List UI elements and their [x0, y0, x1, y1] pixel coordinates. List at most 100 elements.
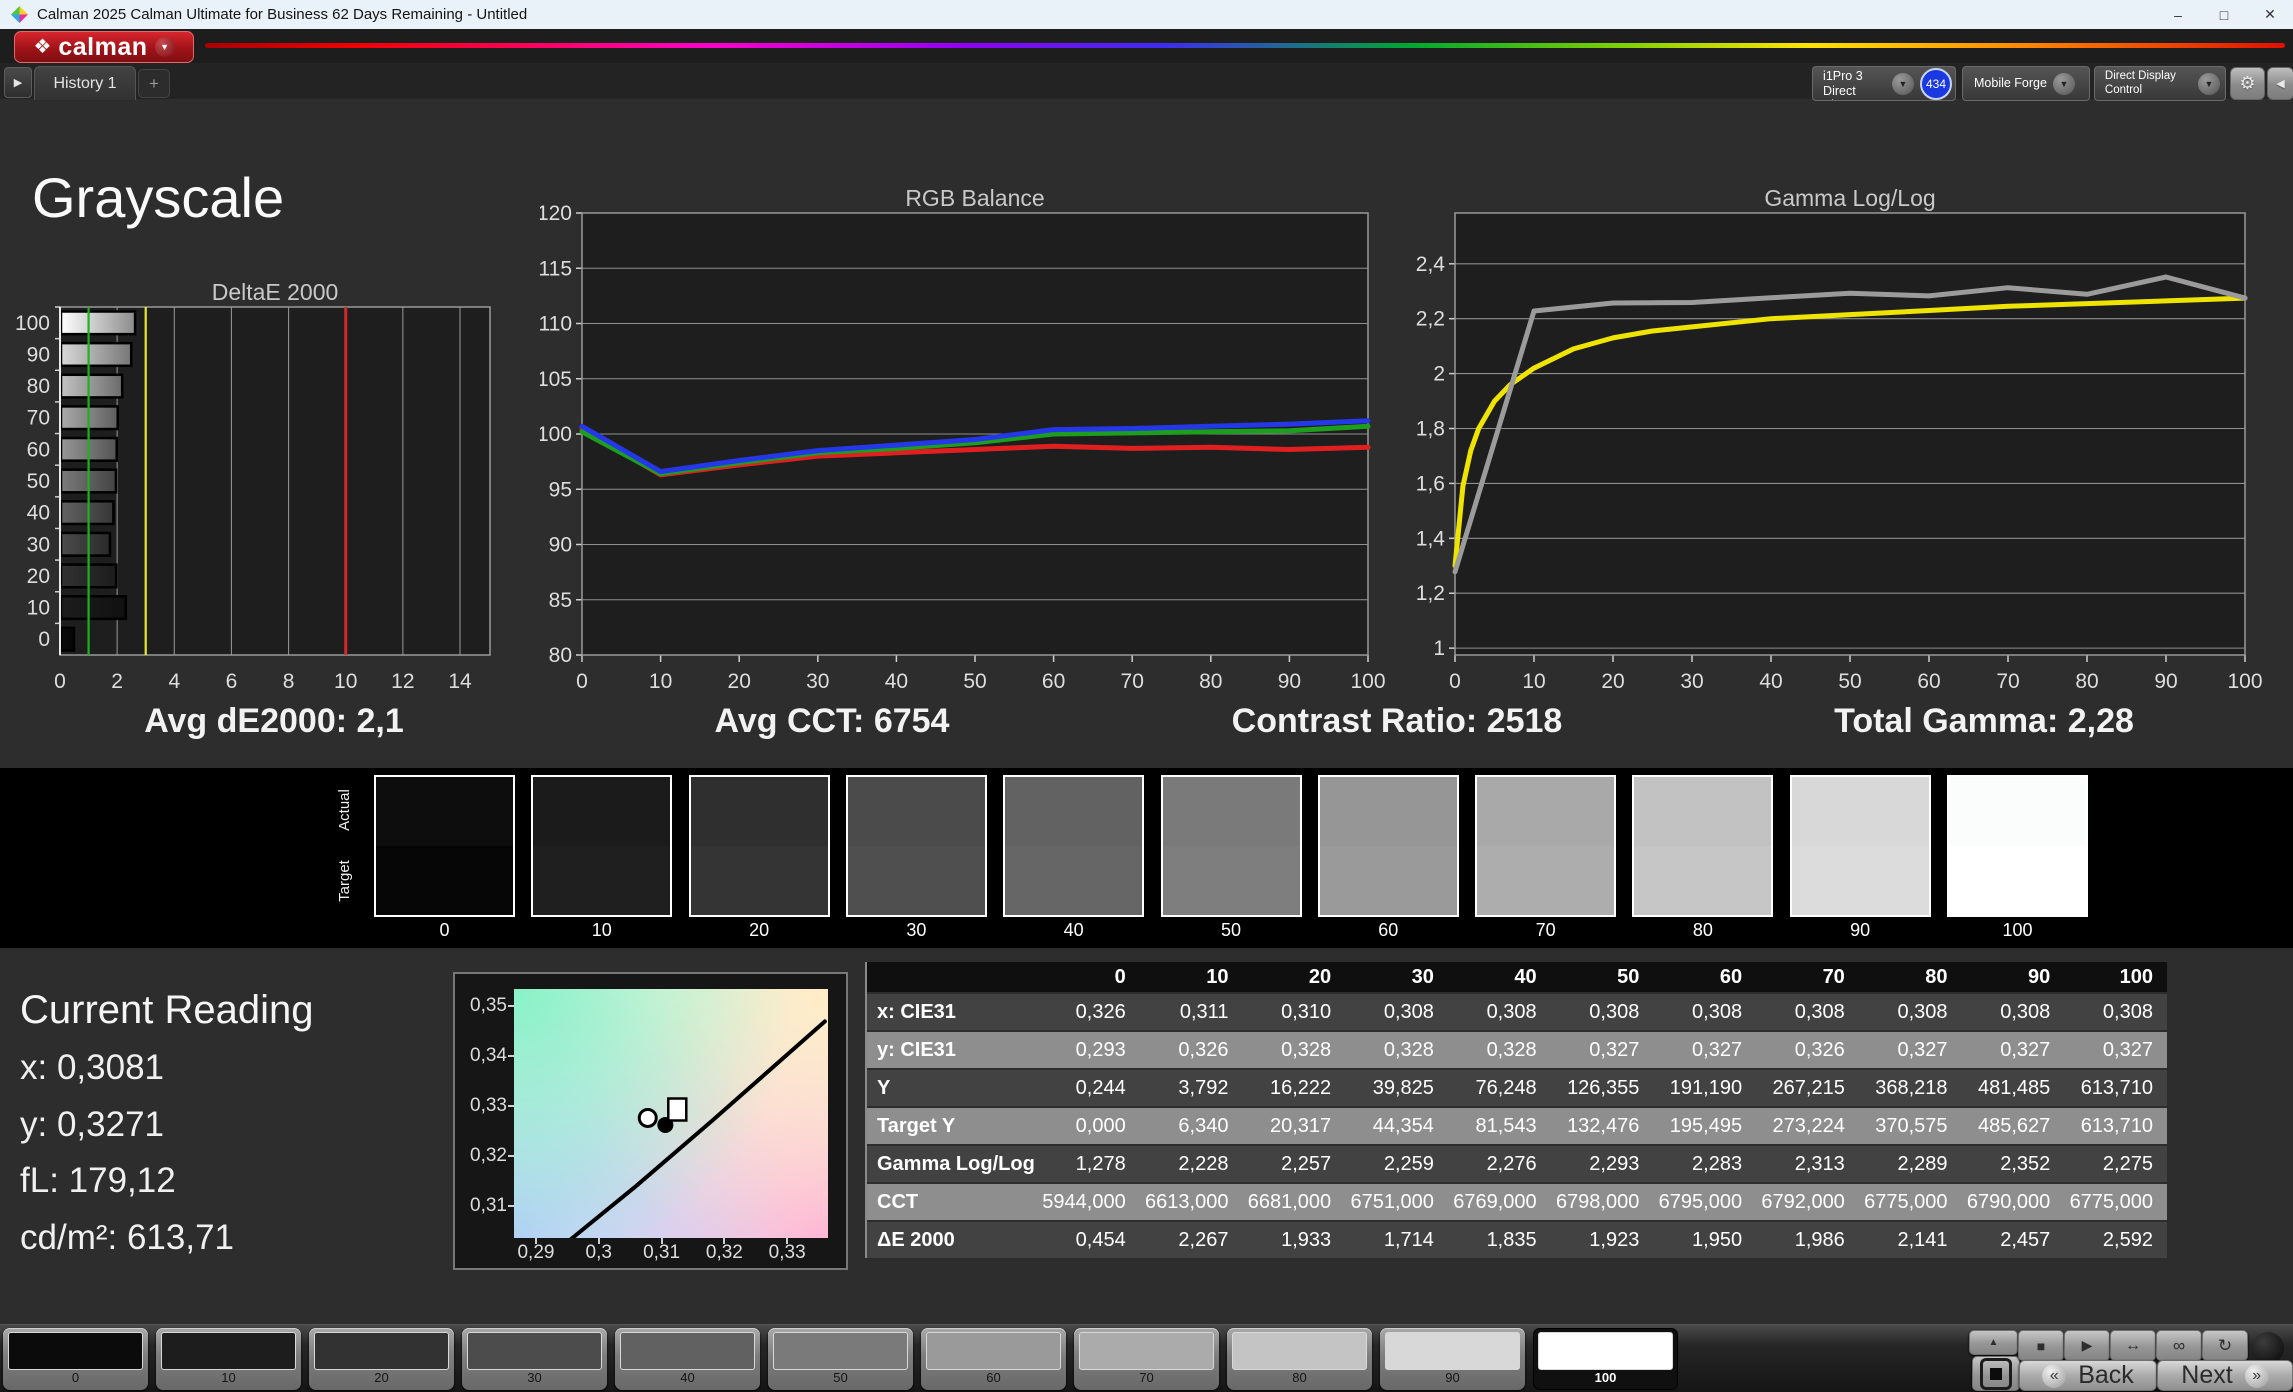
play-button[interactable]: ▶ — [2064, 1330, 2110, 1361]
table-cell: 76,248 — [1447, 1070, 1551, 1106]
cie-y-tick: 0,31 — [470, 1194, 507, 1216]
target-marker — [667, 1097, 688, 1122]
tab-history-label: History 1 — [53, 74, 117, 92]
table-cell: 0,308 — [1961, 994, 2065, 1030]
table-row-label: Y — [867, 1070, 1037, 1106]
plus-icon: + — [149, 73, 159, 93]
page-title: Grayscale — [32, 166, 285, 229]
svg-text:2: 2 — [111, 670, 123, 693]
patch-button-70[interactable]: 70 — [1074, 1328, 1219, 1390]
stop-icon: ■ — [2036, 1337, 2046, 1354]
continuous-button[interactable]: ∞ — [2156, 1330, 2202, 1361]
swatch-0 — [374, 775, 515, 917]
chevron-down-icon: ▼ — [1892, 72, 1914, 95]
table-cell: 1,278 — [1037, 1146, 1140, 1182]
next-label: Next — [2181, 1361, 2233, 1389]
table-row-label: Target Y — [867, 1108, 1037, 1144]
cie-gradient-plot — [514, 989, 828, 1238]
table-cell: 2,592 — [2064, 1222, 2167, 1258]
logo-bar: ❖ calman ▼ — [0, 29, 2293, 63]
cie-x-tick: 0,29 — [517, 1242, 555, 1263]
patch-label: 60 — [986, 1370, 1001, 1385]
table-cell: 6795,000 — [1653, 1184, 1757, 1220]
patch-button-0[interactable]: 0 — [3, 1328, 148, 1390]
patch-button-40[interactable]: 40 — [615, 1328, 760, 1390]
svg-text:10: 10 — [1522, 670, 1545, 693]
table-cell: 6775,000 — [1858, 1184, 1962, 1220]
patch-button-50[interactable]: 50 — [768, 1328, 913, 1390]
patch-button-60[interactable]: 60 — [921, 1328, 1066, 1390]
table-cell: 191,190 — [1653, 1070, 1757, 1106]
calman-menu-button[interactable]: ❖ calman ▼ — [14, 31, 194, 63]
patch-button-30[interactable]: 30 — [462, 1328, 607, 1390]
cie-overlay — [569, 1019, 827, 1238]
meter-dropdown[interactable]: X-Rite i1Pro 3 Direct View ▼ 434 — [1812, 66, 1956, 101]
table-cell: 16,222 — [1242, 1070, 1346, 1106]
play-icon: ▶ — [13, 77, 23, 89]
table-cell: 0,308 — [1653, 994, 1757, 1030]
svg-text:20: 20 — [27, 565, 50, 588]
table-cell: 0,454 — [1037, 1222, 1140, 1258]
back-label: Back — [2078, 1361, 2134, 1389]
collapse-panel-button[interactable]: ◀ — [2267, 67, 2293, 100]
table-row-label: y: CIE31 — [867, 1032, 1037, 1068]
table-cell: 1,835 — [1447, 1222, 1551, 1258]
reading-fl: fL: 179,12 — [20, 1161, 176, 1200]
close-button[interactable]: ✕ — [2247, 1, 2293, 29]
next-button[interactable]: Next » — [2157, 1360, 2293, 1391]
patch-button-80[interactable]: 80 — [1227, 1328, 1372, 1390]
table-cell: 6798,000 — [1550, 1184, 1654, 1220]
table-column-header: 80 — [1858, 962, 1962, 992]
svg-text:50: 50 — [1838, 670, 1861, 693]
svg-text:60: 60 — [1917, 670, 1940, 693]
swatch-100 — [1947, 775, 2088, 917]
swatch-target-70 — [1477, 846, 1615, 915]
swatch-actual-80 — [1634, 777, 1772, 846]
cie-x-tick: 0,32 — [705, 1242, 743, 1263]
patch-button-10[interactable]: 10 — [156, 1328, 301, 1390]
play-icon: ▶ — [2081, 1337, 2093, 1353]
avg-cct-value: Avg CCT: 6754 — [714, 702, 950, 740]
table-cell: 2,257 — [1242, 1146, 1346, 1182]
table-cell: 2,289 — [1858, 1146, 1962, 1182]
swatch-actual-50 — [1162, 777, 1300, 846]
refresh-button[interactable]: ↻ — [2202, 1330, 2248, 1361]
back-button[interactable]: « Back — [2019, 1360, 2157, 1391]
table-cell: 2,313 — [1756, 1146, 1859, 1182]
minimize-button[interactable]: – — [2155, 1, 2201, 29]
svg-text:1: 1 — [1433, 637, 1445, 660]
patch-button-90[interactable]: 90 — [1380, 1328, 1525, 1390]
step-button[interactable]: ↔ — [2110, 1330, 2156, 1361]
swatch-target-80 — [1634, 846, 1772, 915]
table-cell: 5944,000 — [1037, 1184, 1140, 1220]
table-cell: 2,276 — [1447, 1146, 1551, 1182]
display-control-dropdown[interactable]: Direct Display Control ▼ — [2094, 66, 2226, 101]
cie-y-tick: 0,32 — [470, 1144, 507, 1166]
source-dropdown[interactable]: Mobile Forge ▼ — [1962, 66, 2090, 101]
tab-history-1[interactable]: History 1 — [34, 66, 136, 100]
settings-button[interactable]: ⚙ — [2230, 67, 2265, 100]
avg-de2000-value: Avg dE2000: 2,1 — [144, 702, 404, 740]
svg-text:12: 12 — [391, 670, 414, 693]
swatch-80 — [1632, 775, 1774, 917]
patch-button-100[interactable]: 100 — [1533, 1328, 1678, 1390]
table-cell: 2,352 — [1961, 1146, 2065, 1182]
refresh-icon: ↻ — [2217, 1335, 2233, 1355]
svg-text:10: 10 — [27, 597, 50, 620]
swatch-target-0 — [376, 846, 513, 915]
svg-text:100: 100 — [2227, 670, 2262, 693]
swatch-target-60 — [1319, 846, 1457, 915]
tab-scroll-button[interactable]: ▶ — [4, 67, 32, 98]
pattern-window-button[interactable] — [1972, 1356, 2020, 1391]
stop-button[interactable]: ■ — [2018, 1330, 2064, 1361]
patch-label: 40 — [680, 1370, 695, 1385]
svg-text:50: 50 — [27, 470, 50, 493]
swatch-90 — [1789, 775, 1931, 917]
maximize-button[interactable]: □ — [2201, 1, 2247, 29]
svg-text:10: 10 — [649, 670, 672, 693]
swatch-actual-40 — [1005, 777, 1143, 846]
swatch-actual-90 — [1791, 777, 1929, 846]
add-tab-button[interactable]: + — [138, 69, 170, 98]
patch-button-20[interactable]: 20 — [309, 1328, 454, 1390]
pattern-panel-up-button[interactable]: ▲ — [1969, 1330, 2018, 1355]
